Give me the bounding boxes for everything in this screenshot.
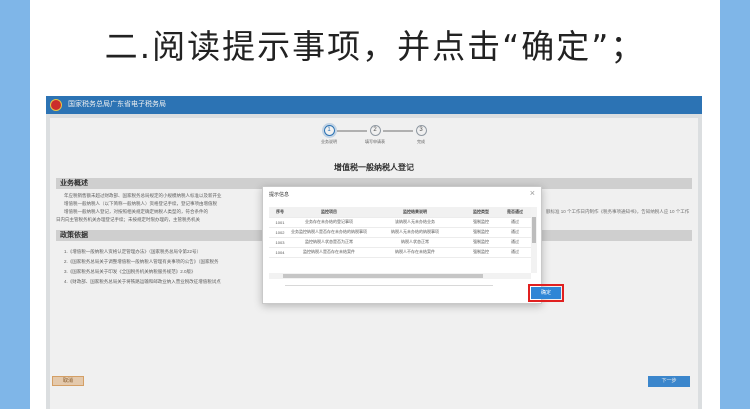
screenshot-area: 国家税务总局广东省电子税务局 1 业务说明 2 填写申请表 3 完成 增值税一般… — [46, 96, 702, 409]
table-cell: 通过 — [499, 227, 531, 238]
column-header: 监控项目 — [291, 207, 367, 218]
scrollbar-thumb[interactable] — [532, 217, 536, 243]
vertical-scrollbar[interactable] — [531, 207, 537, 273]
table-cell: 纳税人不存在未结案件 — [367, 247, 463, 258]
table-row: 1002 业务监控纳税人是否存在未办结的纳税事项 纳税人无未办结的纳税事项 强制… — [269, 227, 531, 238]
column-header: 是否通过 — [499, 207, 531, 218]
scrollbar-thumb[interactable] — [283, 274, 483, 278]
table-cell: 监控纳税人状态是否为正常 — [291, 237, 367, 248]
table-cell: 纳税人无未办结的纳税事项 — [367, 227, 463, 238]
horizontal-scrollbar[interactable] — [269, 273, 531, 279]
table-cell: 1001 — [269, 217, 291, 228]
table-cell: 通过 — [499, 247, 531, 258]
instruction-caption: 二.阅读提示事项，并点击“确定”； — [104, 27, 646, 66]
dialog-title: 提示信息 — [269, 192, 290, 198]
table-cell: 该纳税人无未办结业务 — [367, 217, 463, 228]
close-icon[interactable]: × — [530, 188, 535, 198]
table-cell: 1003 — [269, 237, 291, 248]
table-cell: 业务监控纳税人是否存在未办结的纳税事项 — [291, 227, 367, 238]
table-cell: 强制监控 — [463, 247, 499, 258]
prompt-dialog: 提示信息 × 序号 监控项目 监控结果说明 监控类型 是否通过 1001 业务存… — [262, 186, 564, 304]
column-header: 序号 — [269, 207, 291, 218]
table-cell: 强制监控 — [463, 237, 499, 248]
table-row: 1004 监控纳税人是否存在未结案件 纳税人不存在未结案件 强制监控 通过 — [269, 247, 531, 258]
tutorial-frame: 二.阅读提示事项，并点击“确定”； 国家税务总局广东省电子税务局 1 业务说明 … — [30, 0, 720, 409]
check-results-table: 序号 监控项目 监控结果说明 监控类型 是否通过 1001 业务存在未办结的登记… — [269, 207, 531, 281]
column-header: 监控结果说明 — [367, 207, 463, 218]
table-row: 1001 业务存在未办结的登记事项 该纳税人无未办结业务 强制监控 通过 — [269, 217, 531, 228]
table-cell: 1004 — [269, 247, 291, 258]
table-cell: 纳税人状态正常 — [367, 237, 463, 248]
column-header: 监控类型 — [463, 207, 499, 218]
table-cell: 业务存在未办结的登记事项 — [291, 217, 367, 228]
confirm-button[interactable]: 确定 — [531, 287, 561, 299]
table-row: 1003 监控纳税人状态是否为正常 纳税人状态正常 强制监控 通过 — [269, 237, 531, 248]
dialog-footer-divider — [285, 285, 493, 297]
table-header-row: 序号 监控项目 监控结果说明 监控类型 是否通过 — [269, 207, 531, 218]
table-cell: 强制监控 — [463, 217, 499, 228]
table-cell: 监控纳税人是否存在未结案件 — [291, 247, 367, 258]
table-cell: 通过 — [499, 237, 531, 248]
table-cell: 强制监控 — [463, 227, 499, 238]
table-cell: 1002 — [269, 227, 291, 238]
table-cell: 通过 — [499, 217, 531, 228]
